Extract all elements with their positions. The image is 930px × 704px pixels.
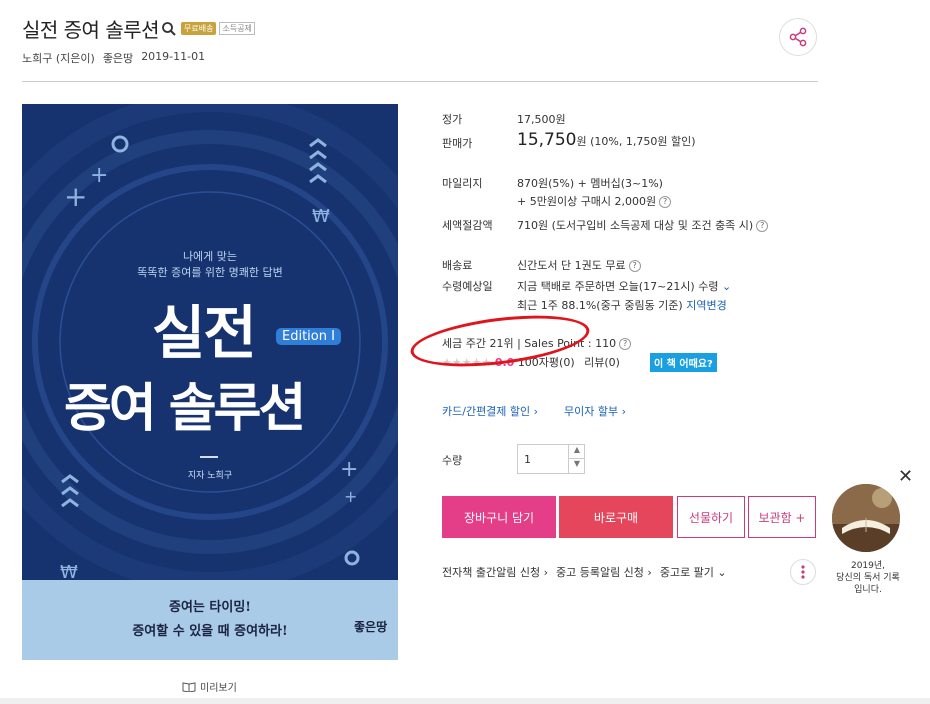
shipping-fee-row: 신간도서 단 1권도 무료? [517, 257, 641, 273]
page-bottom-bar [0, 698, 930, 704]
sales-point-help-icon[interactable]: ? [619, 338, 632, 350]
svg-text:₩: ₩ [60, 562, 78, 580]
mileage-line2: + 5만원이상 구매시 2,000원 [517, 195, 657, 208]
eta-line2: 최근 1주 88.1%(중구 중림동 기준) [517, 299, 683, 312]
share-icon [789, 27, 807, 47]
shipping-help-icon[interactable]: ? [628, 260, 641, 272]
book-cover[interactable]: + + ₩ ₩ + + 나에게 맞는 똑똑한 증여를 위한 명쾌한 답변 실전 … [22, 104, 398, 660]
book-icon [182, 682, 196, 692]
region-change-link[interactable]: 지역변경 [686, 299, 726, 312]
mileage-help-icon[interactable]: ? [659, 196, 672, 208]
title-row: 실전 증여 솔루션 무료배송 소득공제 [22, 14, 255, 43]
page-title: 실전 증여 솔루션 [22, 18, 160, 42]
chevron-down-icon[interactable]: ⌄ [722, 280, 731, 293]
cover-publisher-logo: 좋은땅 [354, 620, 388, 634]
quantity-input[interactable]: 1 [524, 453, 531, 466]
svg-text:₩: ₩ [312, 206, 330, 227]
share-button[interactable] [779, 18, 817, 56]
sale-price-label: 판매가 [442, 137, 473, 150]
gift-button[interactable]: 선물하기 [677, 496, 745, 538]
buy-now-button[interactable]: 바로구매 [559, 496, 673, 538]
ask-book-badge[interactable]: 이 책 어때요? [650, 353, 717, 372]
quantity-decrease-button[interactable]: ▼ [568, 459, 585, 473]
quantity-label: 수량 [442, 454, 463, 467]
eta-line2-row: 최근 1주 88.1%(중구 중림동 기준) 지역변경 [517, 297, 727, 313]
bottom-links: 전자책 출간알림 신청 › 중고 등록알림 신청 › 중고로 팔기 ⌄ [442, 564, 727, 580]
sale-price-group: 15,750원 (10%, 1,750원 할인) [517, 130, 695, 150]
book-meta: 노희구 (지은이) 좋은땅 2019-11-01 [22, 50, 205, 66]
installment-link[interactable]: 무이자 할부 › [564, 403, 626, 419]
cover-edition: Edition I [276, 328, 341, 345]
wishlist-button[interactable]: 보관함 + [748, 496, 816, 538]
used-alert-link[interactable]: 중고 등록알림 신청 › [556, 564, 652, 580]
cover-subtitle-1: 나에게 맞는 [182, 250, 238, 263]
svg-text:+: + [64, 180, 87, 213]
promo-line-3: 입니다. [854, 585, 882, 595]
cover-slogan-1: 증여는 타이밍! [169, 600, 251, 615]
list-price-label: 정가 [442, 113, 463, 126]
quantity-increase-button[interactable]: ▲ [568, 445, 585, 459]
eta-row[interactable]: 지금 택배로 주문하면 오늘(17~21시) 수령 ⌄ [517, 278, 731, 294]
cover-author: 지자 노희구 [187, 471, 233, 481]
add-to-cart-button[interactable]: 장바구니 담기 [442, 496, 556, 538]
tax-saving-row: 710원 (도서구입비 소득공제 대상 및 조건 충족 시)? [517, 217, 769, 233]
free-shipping-badge: 무료배송 [181, 22, 217, 35]
reviews-link[interactable]: 리뷰(0) [584, 356, 620, 369]
cover-title-line1: 실전 [152, 299, 257, 367]
sale-price-unit: 원 [576, 135, 587, 148]
shipping-fee-label: 배송료 [442, 259, 473, 272]
header-divider [22, 81, 818, 82]
tax-saving-value: 710원 (도서구입비 소득공제 대상 및 조건 충족 시) [517, 219, 754, 232]
sale-price-value: 15,750 [517, 130, 577, 150]
sale-price-detail: (10%, 1,750원 할인) [590, 135, 696, 148]
quantity-stepper[interactable]: 1 ▲ ▼ [517, 444, 585, 474]
preview-button[interactable]: 미리보기 [182, 679, 237, 694]
promo-line-2: 당신의 독서 기록 [836, 573, 900, 583]
ebook-alert-link[interactable]: 전자책 출간알림 신청 › [442, 564, 548, 580]
reading-record-image[interactable] [832, 484, 900, 552]
list-price-value: 17,500원 [517, 113, 566, 126]
reading-record-promo[interactable]: 2019년, 당신의 독서 기록 입니다. [808, 560, 928, 596]
sell-used-link[interactable]: 중고로 팔기 ⌄ [660, 564, 727, 580]
promo-line-1: 2019년, [850, 561, 886, 571]
card-discount-link[interactable]: 카드/간편결제 할인 › [442, 403, 538, 419]
tax-deduction-badge: 소득공제 [219, 22, 255, 35]
close-icon[interactable]: ✕ [898, 466, 913, 487]
svg-text:+: + [90, 163, 108, 188]
search-icon[interactable] [161, 21, 177, 37]
tax-saving-label: 세액절감액 [442, 219, 493, 232]
svg-text:+: + [344, 487, 357, 506]
preview-label: 미리보기 [200, 683, 237, 694]
cover-slogan-2: 증여할 수 있을 때 증여하라! [132, 624, 288, 639]
mileage-label: 마일리지 [442, 177, 483, 190]
cover-title-line2: 증여 솔루션 [64, 379, 306, 439]
mileage-line2-row: + 5만원이상 구매시 2,000원? [517, 193, 672, 209]
tax-help-icon[interactable]: ? [756, 220, 769, 232]
publisher-link[interactable]: 좋은땅 [103, 50, 133, 66]
cover-subtitle-2: 똑똑한 증여를 위한 명쾌한 답변 [137, 266, 283, 279]
cover-bottom-band: 증여는 타이밍! 증여할 수 있을 때 증여하라! [22, 580, 398, 660]
eta-line1: 지금 택배로 주문하면 오늘(17~21시) 수령 [517, 280, 719, 293]
more-vertical-icon [801, 565, 805, 579]
shipping-fee-value: 신간도서 단 1권도 무료 [517, 259, 626, 272]
author-link[interactable]: 노희구 (지은이) [22, 50, 95, 66]
eta-label: 수령예상일 [442, 280, 493, 293]
mileage-line1: 870원(5%) + 멤버십(3~1%) [517, 177, 663, 190]
publish-date: 2019-11-01 [141, 50, 206, 63]
cover-divider [200, 456, 218, 458]
